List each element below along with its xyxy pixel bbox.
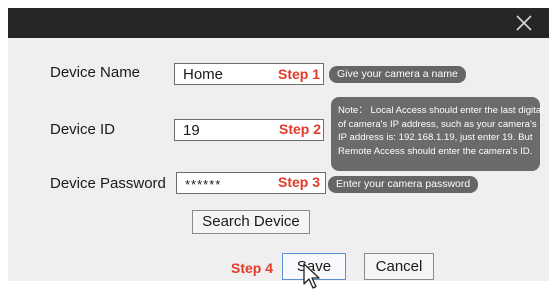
device-password-value: ****** <box>185 177 222 192</box>
note-line: Note： Local Access should enter the last… <box>338 105 544 116</box>
step-1-label: Step 1 <box>278 66 321 82</box>
device-id-value: 19 <box>183 122 200 139</box>
device-id-label: Device ID <box>50 121 116 138</box>
device-name-label: Device Name <box>50 64 141 81</box>
device-name-tip: Give your camera a name <box>329 66 466 83</box>
mouse-pointer-icon <box>302 262 326 289</box>
step-2-label: Step 2 <box>279 121 322 137</box>
dialog-title-bar <box>8 8 549 38</box>
note-line: of camera's IP address, such as your cam… <box>338 118 537 130</box>
device-name-value: Home <box>183 66 224 83</box>
step-4-label: Step 4 <box>231 260 274 276</box>
device-password-tip: Enter your camera password <box>328 176 479 193</box>
search-device-button[interactable]: Search Device <box>192 210 310 234</box>
close-icon[interactable] <box>513 12 535 34</box>
cancel-button[interactable]: Cancel <box>364 253 434 280</box>
note-line: IP address is: 192.168.1.19, just enter … <box>338 132 533 144</box>
note-line: Remote Access should enter the camera's … <box>338 145 533 157</box>
add-device-dialog: Device Name Home Step 1 Give your camera… <box>8 8 549 281</box>
step-3-label: Step 3 <box>278 174 321 190</box>
device-password-label: Device Password <box>50 175 166 192</box>
device-id-note: Note： Local Access should enter the last… <box>331 97 544 171</box>
